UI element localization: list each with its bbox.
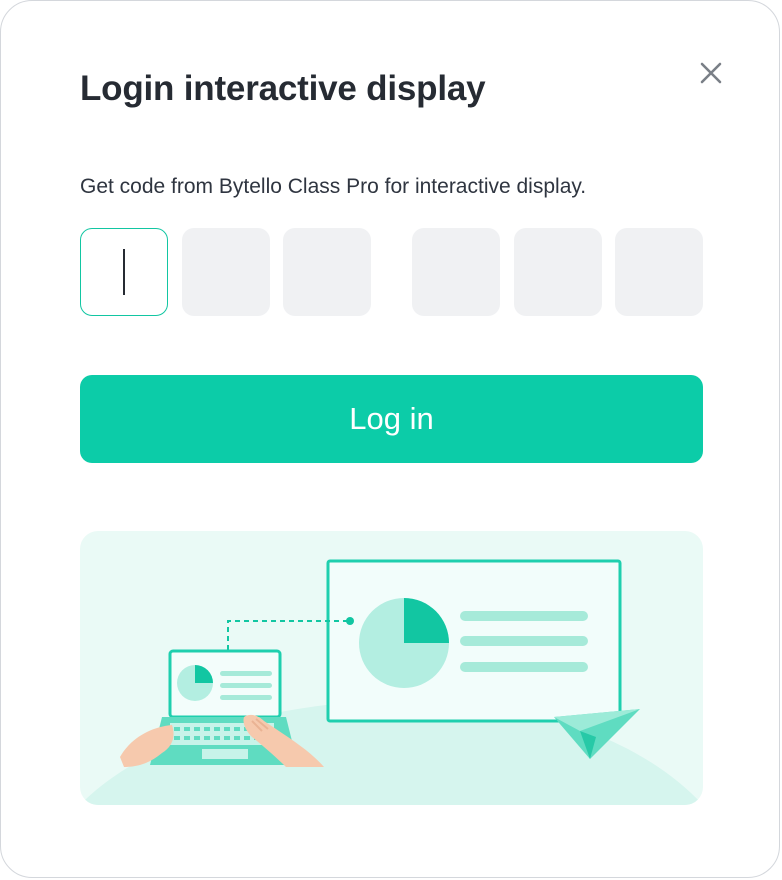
code-digit-3[interactable] <box>283 228 371 316</box>
code-digit-6[interactable] <box>615 228 703 316</box>
close-button[interactable] <box>695 57 727 89</box>
code-digit-2[interactable] <box>182 228 270 316</box>
code-digit-5[interactable] <box>514 228 602 316</box>
login-dialog: Login interactive display Get code from … <box>0 0 780 878</box>
text-caret <box>123 249 125 295</box>
close-icon <box>700 62 722 84</box>
instructions-text: Get code from Bytello Class Pro for inte… <box>80 175 587 198</box>
illustration-panel <box>80 531 703 805</box>
code-digit-1[interactable] <box>80 228 168 316</box>
code-digit-4[interactable] <box>412 228 500 316</box>
laptop-to-display-illustration <box>80 559 703 805</box>
dialog-title: Login interactive display <box>80 69 486 108</box>
login-button[interactable]: Log in <box>80 375 703 463</box>
